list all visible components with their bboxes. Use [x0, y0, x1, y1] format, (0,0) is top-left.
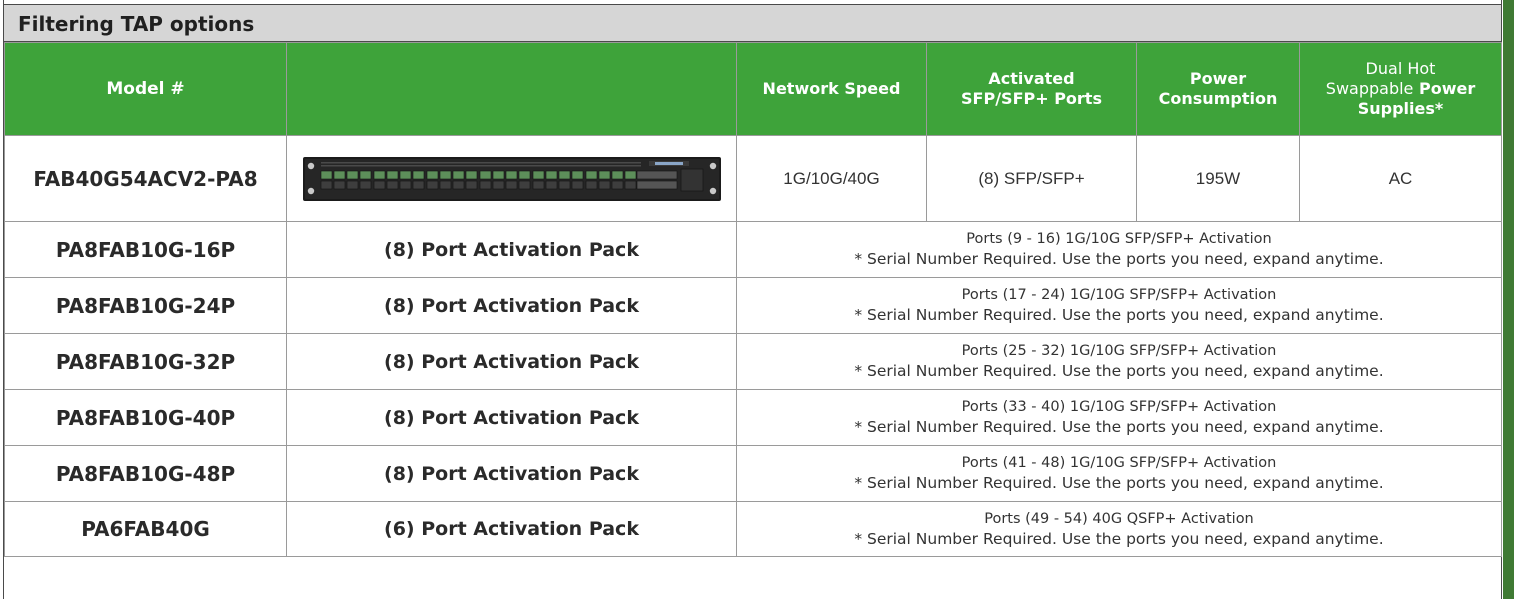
header-supplies-line2a: Swappable [1325, 79, 1414, 98]
serial-note-text: * Serial Number Required. Use the ports … [854, 362, 1384, 380]
header-activated-ports-line1: Activated [988, 69, 1075, 88]
header-power-line2: Consumption [1158, 89, 1278, 108]
header-supplies-line3: Supplies* [1357, 99, 1444, 118]
ports-range-text: Ports (25 - 32) 1G/10G SFP/SFP+ Activati… [961, 343, 1277, 359]
ports-range-text: Ports (17 - 24) 1G/10G SFP/SFP+ Activati… [961, 287, 1277, 303]
header-image [286, 42, 737, 136]
pack-name-cell: (8) Port Activation Pack [286, 221, 737, 278]
device-image-cell [286, 135, 737, 222]
serial-note-text: * Serial Number Required. Use the ports … [854, 250, 1384, 268]
activation-description-cell: Ports (33 - 40) 1G/10G SFP/SFP+ Activati… [736, 389, 1502, 446]
model-cell: PA8FAB10G-24P [4, 277, 287, 334]
table-row: PA8FAB10G-32P (8) Port Activation Pack P… [4, 333, 1502, 390]
table-row: PA6FAB40G (6) Port Activation Pack Ports… [4, 501, 1502, 557]
model-cell: FAB40G54ACV2-PA8 [4, 135, 287, 222]
activation-description-cell: Ports (25 - 32) 1G/10G SFP/SFP+ Activati… [736, 333, 1502, 390]
header-supplies-line1: Dual Hot [1365, 59, 1436, 78]
model-cell: PA8FAB10G-16P [4, 221, 287, 278]
table-row: PA8FAB10G-24P (8) Port Activation Pack P… [4, 277, 1502, 334]
header-network-speed: Network Speed [736, 42, 927, 136]
header-row: Model # Network Speed Activated SFP/SFP+… [4, 42, 1502, 136]
product-table: Model # Network Speed Activated SFP/SFP+… [4, 42, 1502, 557]
serial-note-text: * Serial Number Required. Use the ports … [854, 306, 1384, 324]
ports-range-text: Ports (33 - 40) 1G/10G SFP/SFP+ Activati… [961, 399, 1277, 415]
activation-description-cell: Ports (17 - 24) 1G/10G SFP/SFP+ Activati… [736, 277, 1502, 334]
pack-name-cell: (8) Port Activation Pack [286, 389, 737, 446]
table-row: FAB40G54ACV2-PA8 1G/10G/40G (8) SFP/SFP+… [4, 135, 1502, 222]
header-model: Model # [4, 42, 287, 136]
table-row: PA8FAB10G-48P (8) Port Activation Pack P… [4, 445, 1502, 502]
header-supplies-line2b: Power [1418, 79, 1476, 98]
activation-description-cell: Ports (41 - 48) 1G/10G SFP/SFP+ Activati… [736, 445, 1502, 502]
serial-note-text: * Serial Number Required. Use the ports … [854, 474, 1384, 492]
ports-range-text: Ports (9 - 16) 1G/10G SFP/SFP+ Activatio… [966, 231, 1272, 247]
serial-note-text: * Serial Number Required. Use the ports … [854, 529, 1384, 548]
pack-name-cell: (6) Port Activation Pack [286, 501, 737, 557]
header-activated-ports: Activated SFP/SFP+ Ports [926, 42, 1137, 136]
network-switch-icon [302, 156, 721, 201]
ports-range-text: Ports (41 - 48) 1G/10G SFP/SFP+ Activati… [961, 455, 1277, 471]
model-cell: PA8FAB10G-40P [4, 389, 287, 446]
activation-description-cell: Ports (49 - 54) 40G QSFP+ Activation * S… [736, 501, 1502, 557]
network-speed-cell: 1G/10G/40G [736, 135, 927, 222]
pack-name-cell: (8) Port Activation Pack [286, 445, 737, 502]
model-cell: PA6FAB40G [4, 501, 287, 557]
header-power-supplies: Dual Hot Swappable Power Supplies* [1299, 42, 1502, 136]
model-cell: PA8FAB10G-48P [4, 445, 287, 502]
power-supplies-cell: AC [1299, 135, 1502, 222]
document-sheet: Filtering TAP options Model # Network Sp… [0, 0, 1503, 599]
table-row: PA8FAB10G-40P (8) Port Activation Pack P… [4, 389, 1502, 446]
power-consumption-cell: 195W [1136, 135, 1300, 222]
activation-description-cell: Ports (9 - 16) 1G/10G SFP/SFP+ Activatio… [736, 221, 1502, 278]
header-power-consumption: Power Consumption [1136, 42, 1300, 136]
pack-name-cell: (8) Port Activation Pack [286, 277, 737, 334]
header-activated-ports-line2: SFP/SFP+ Ports [961, 89, 1102, 108]
activated-ports-cell: (8) SFP/SFP+ [926, 135, 1137, 222]
pack-name-cell: (8) Port Activation Pack [286, 333, 737, 390]
header-power-line1: Power [1189, 69, 1247, 88]
model-cell: PA8FAB10G-32P [4, 333, 287, 390]
ports-range-text: Ports (49 - 54) 40G QSFP+ Activation [984, 510, 1254, 527]
serial-note-text: * Serial Number Required. Use the ports … [854, 418, 1384, 436]
table-title: Filtering TAP options [4, 4, 1501, 42]
table-row: PA8FAB10G-16P (8) Port Activation Pack P… [4, 221, 1502, 278]
